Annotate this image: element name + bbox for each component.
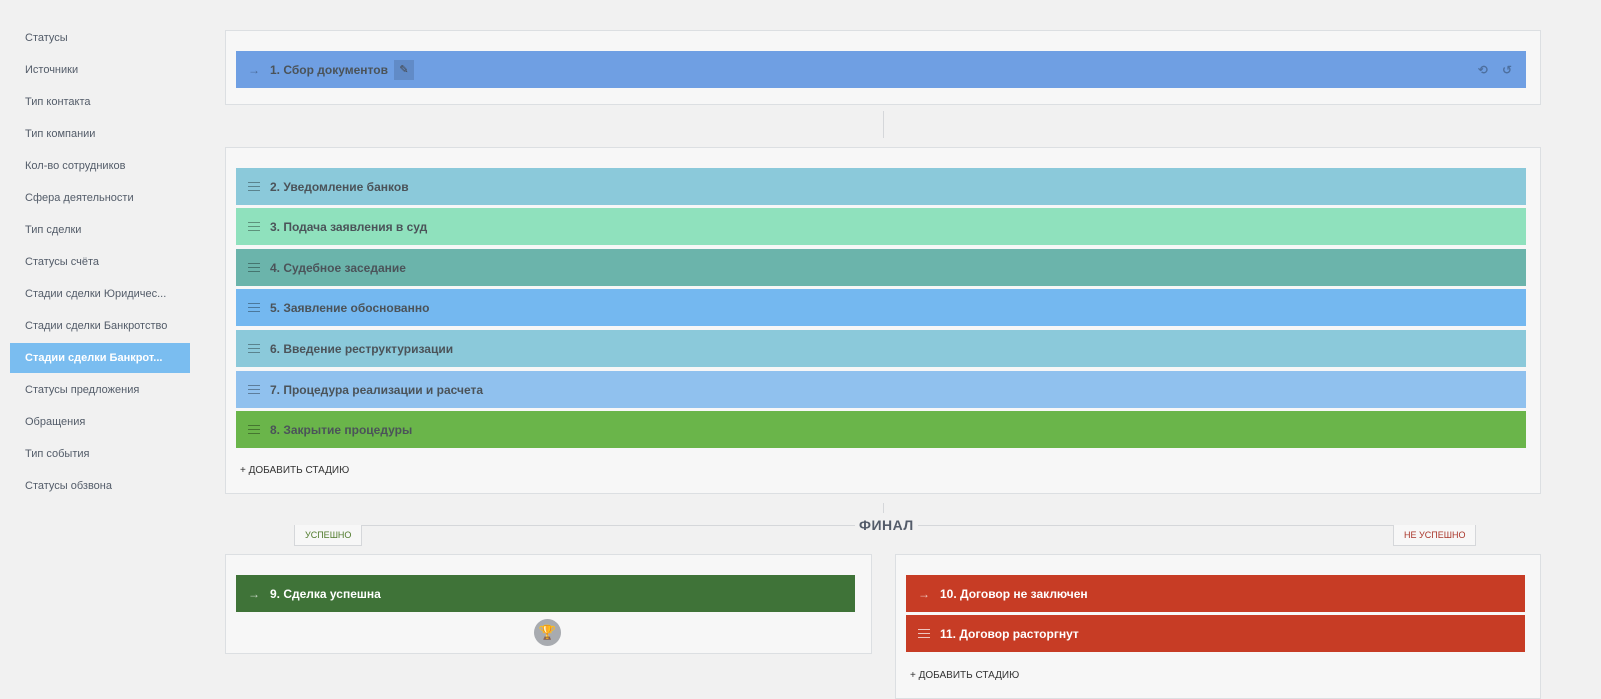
sidebar-item-event-type[interactable]: Тип события xyxy=(0,438,170,470)
stages-panel: 2. Уведомление банков 3. Подача заявлени… xyxy=(225,147,1541,494)
connector-line xyxy=(883,111,884,138)
stage-actions: ⟲ ↺ xyxy=(1478,51,1512,88)
refresh-icon[interactable]: ⟲ xyxy=(1478,63,1488,77)
stage-row-7[interactable]: 7. Процедура реализации и расчета xyxy=(236,371,1526,408)
arrow-icon: → xyxy=(918,586,930,601)
add-fail-stage-button[interactable]: + ДОБАВИТЬ СТАДИЮ xyxy=(910,670,1019,681)
sidebar-item-statuses[interactable]: Статусы xyxy=(0,22,170,54)
stage-row-10[interactable]: → 10. Договор не заключен xyxy=(906,575,1525,612)
stage-row-9[interactable]: → 9. Сделка успешна xyxy=(236,575,855,612)
stage-label: 3. Подача заявления в суд xyxy=(270,219,428,234)
stage-label: 8. Закрытие процедуры xyxy=(270,422,413,437)
stage-label: 5. Заявление обоснованно xyxy=(270,300,430,315)
reset-icon[interactable]: ↺ xyxy=(1502,63,1512,77)
edit-icon[interactable]: ✎ xyxy=(393,59,414,80)
fail-tab: НЕ УСПЕШНО xyxy=(1393,525,1477,546)
stage-row-4[interactable]: 4. Судебное заседание xyxy=(236,249,1526,286)
sidebar-item-invoice-statuses[interactable]: Статусы счёта xyxy=(0,246,170,278)
drag-handle-icon[interactable] xyxy=(248,384,260,396)
sidebar-item-deal-stages-bankruptcy[interactable]: Стадии сделки Банкротство xyxy=(0,310,170,342)
stage-row-3[interactable]: 3. Подача заявления в суд xyxy=(236,208,1526,245)
stage-row-5[interactable]: 5. Заявление обоснованно xyxy=(236,289,1526,326)
stage-row-11[interactable]: 11. Договор расторгнут xyxy=(906,615,1525,652)
add-stage-button[interactable]: + ДОБАВИТЬ СТАДИЮ xyxy=(240,465,349,476)
stage-label: 1. Сбор документов xyxy=(270,62,388,77)
sidebar-item-call-statuses[interactable]: Статусы обзвона xyxy=(0,470,170,502)
stage-label: 9. Сделка успешна xyxy=(270,586,381,601)
success-tab: УСПЕШНО xyxy=(294,525,363,546)
sidebar-item-industry[interactable]: Сфера деятельности xyxy=(0,182,170,214)
stage-row-8[interactable]: 8. Закрытие процедуры xyxy=(236,411,1526,448)
final-title: ФИНАЛ xyxy=(855,517,918,533)
first-stage-panel: → 1. Сбор документов ✎ ⟲ ↺ xyxy=(225,30,1541,105)
drag-handle-icon[interactable] xyxy=(248,221,260,233)
stage-label: 11. Договор расторгнут xyxy=(940,626,1079,641)
stage-label: 6. Введение реструктуризации xyxy=(270,341,454,356)
stage-row-1[interactable]: → 1. Сбор документов ✎ ⟲ ↺ xyxy=(236,51,1526,88)
sidebar-item-contact-type[interactable]: Тип контакта xyxy=(0,86,170,118)
drag-handle-icon[interactable] xyxy=(248,343,260,355)
drag-handle-icon[interactable] xyxy=(918,628,930,640)
sidebar-item-requests[interactable]: Обращения xyxy=(0,406,170,438)
stage-label: 4. Судебное заседание xyxy=(270,260,406,275)
stage-row-2[interactable]: 2. Уведомление банков xyxy=(236,168,1526,205)
sidebar-item-sources[interactable]: Источники xyxy=(0,54,170,86)
drag-handle-icon[interactable] xyxy=(248,181,260,193)
sidebar-item-deal-type[interactable]: Тип сделки xyxy=(0,214,170,246)
stage-label: 7. Процедура реализации и расчета xyxy=(270,382,484,397)
trophy-icon: 🏆 xyxy=(534,619,561,646)
arrow-icon: → xyxy=(248,586,260,601)
sidebar-item-employees[interactable]: Кол-во сотрудников xyxy=(0,150,170,182)
sidebar-item-quote-statuses[interactable]: Статусы предложения xyxy=(0,374,170,406)
stage-label: 2. Уведомление банков xyxy=(270,179,409,194)
sidebar-item-deal-stages-bankruptcy-active[interactable]: Стадии сделки Банкрот... xyxy=(10,343,190,373)
fail-panel: → 10. Договор не заключен 11. Договор ра… xyxy=(895,554,1541,699)
stage-label: 10. Договор не заключен xyxy=(940,586,1088,601)
sidebar: Статусы Источники Тип контакта Тип компа… xyxy=(0,22,200,502)
stage-row-6[interactable]: 6. Введение реструктуризации xyxy=(236,330,1526,367)
drag-handle-icon[interactable] xyxy=(248,424,260,436)
sidebar-item-deal-stages-legal[interactable]: Стадии сделки Юридичес... xyxy=(0,278,170,310)
drag-handle-icon[interactable] xyxy=(248,302,260,314)
sidebar-item-company-type[interactable]: Тип компании xyxy=(0,118,170,150)
arrow-icon: → xyxy=(248,62,260,77)
connector-line xyxy=(883,503,884,513)
drag-handle-icon[interactable] xyxy=(248,262,260,274)
